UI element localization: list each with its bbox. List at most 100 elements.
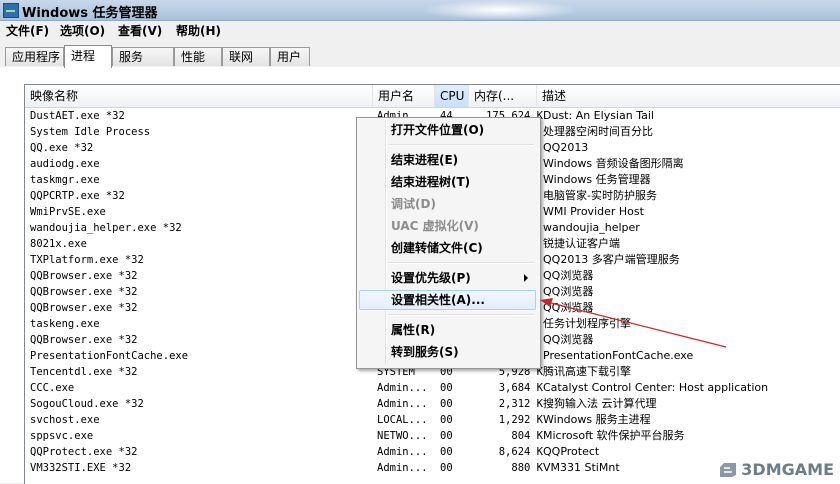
menu-help[interactable]: 帮助(H): [176, 22, 221, 39]
menu-item-go-to-service[interactable]: 转到服务(S): [359, 342, 536, 362]
process-user: Admin...: [377, 462, 428, 474]
process-user: Admin...: [377, 398, 428, 410]
process-memory: 880 K: [511, 462, 543, 474]
menu-item-create-dump-file[interactable]: 创建转储文件(C): [359, 238, 536, 258]
process-description: QQ浏览器: [543, 301, 594, 314]
title-bar[interactable]: Windows 任务管理器: [0, 0, 840, 21]
process-name: QQProtect.exe *32: [30, 446, 138, 458]
col-user-name[interactable]: 用户名: [373, 85, 435, 107]
process-memory: 8,624 K: [498, 446, 543, 458]
column-header: 映像名称 用户名 CPU 内存(... 描述: [25, 85, 840, 108]
tab-users[interactable]: 用户: [270, 47, 310, 66]
table-row[interactable]: svchost.exe LOCAL... 00 1,292 K Windows 服务主进…: [25, 412, 840, 428]
process-description: PresentationFontCache.exe: [543, 349, 694, 362]
process-name: TXPlatform.exe *32: [30, 254, 144, 266]
process-name: DustAET.exe *32: [30, 110, 125, 122]
process-description: 任务计划程序引擎: [543, 317, 631, 330]
process-name: Tencentdl.exe *32: [30, 366, 138, 378]
process-name: System Idle Process: [30, 126, 151, 138]
process-cpu: 00: [440, 430, 453, 442]
menu-item-set-priority-label: 设置优先级(P): [391, 271, 471, 285]
menu-item-set-priority[interactable]: 设置优先级(P): [359, 268, 536, 288]
tab-services[interactable]: 服务: [112, 47, 174, 66]
process-name: wandoujia_helper.exe *32: [30, 222, 182, 234]
menu-item-properties[interactable]: 属性(R): [359, 320, 536, 340]
col-description[interactable]: 描述: [537, 85, 840, 107]
process-name: svchost.exe: [30, 414, 100, 426]
process-description: QQ浏览器: [543, 333, 594, 346]
col-cpu[interactable]: CPU: [435, 85, 469, 107]
process-name: sppsvc.exe: [30, 430, 94, 442]
process-description: 腾讯高速下载引擎: [543, 365, 631, 378]
window-title: Windows 任务管理器: [22, 6, 158, 21]
watermark-logo-icon: [720, 462, 737, 477]
process-description: Windows 音频设备图形隔离: [543, 157, 684, 170]
process-description: 电脑管家-实时防护服务: [543, 189, 657, 202]
menu-item-open-file-location[interactable]: 打开文件位置(O): [359, 120, 536, 140]
process-description: 锐捷认证客户端: [543, 237, 620, 250]
col-image-name[interactable]: 映像名称: [25, 85, 373, 107]
menu-bar: 文件(F) 选项(O) 查看(V) 帮助(H): [0, 21, 840, 39]
process-description: WMI Provider Host: [543, 205, 644, 218]
menu-separator: [389, 314, 534, 316]
process-description: Windows 任务管理器: [543, 173, 651, 186]
process-cpu: 00: [440, 398, 453, 410]
process-name: audiodg.exe: [30, 158, 100, 170]
watermark: 3DMGAME: [718, 460, 834, 479]
menu-item-debug: 调试(D): [391, 197, 436, 211]
tab-strip: 应用程序 进程 服务 性能 联网 用户: [0, 45, 840, 68]
process-user: Admin...: [377, 446, 428, 458]
menu-item-uac-virtualization: UAC 虚拟化(V): [391, 219, 479, 233]
process-name: SogouCloud.exe *32: [30, 398, 144, 410]
process-description: wandoujia_helper: [543, 221, 640, 234]
process-memory: 804 K: [511, 430, 543, 442]
process-description: QQ浏览器: [543, 285, 594, 298]
process-description: Windows 服务主进程: [543, 413, 651, 426]
tab-processes[interactable]: 进程: [64, 45, 112, 68]
process-name: PresentationFontCache.exe: [30, 350, 189, 362]
context-menu: 打开文件位置(O) 结束进程(E) 结束进程树(T) 调试(D) UAC 虚拟化…: [356, 117, 541, 369]
table-row[interactable]: SogouCloud.exe *32 Admin... 00 2,312 K 搜狗输入法…: [25, 396, 840, 412]
process-name: QQBrowser.exe *32: [30, 334, 138, 346]
process-name: WmiPrvSE.exe: [30, 206, 106, 218]
tab-performance[interactable]: 性能: [174, 47, 222, 66]
table-row[interactable]: QQProtect.exe *32 Admin... 00 8,624 K QQProt…: [25, 444, 840, 460]
process-name: taskeng.exe: [30, 318, 100, 330]
tab-applications[interactable]: 应用程序: [5, 47, 64, 66]
tab-networking[interactable]: 联网: [222, 47, 270, 66]
menu-item-set-affinity[interactable]: 设置相关性(A)...: [359, 290, 536, 310]
process-description: QQ2013: [543, 141, 589, 154]
menu-item-end-process-tree[interactable]: 结束进程树(T): [359, 172, 536, 192]
process-description: Catalyst Control Center: Host applicatio…: [543, 381, 769, 394]
menu-separator: [389, 262, 534, 264]
process-name: QQ.exe *32: [30, 142, 94, 154]
process-user: Admin...: [377, 382, 428, 394]
process-description: QQ浏览器: [543, 269, 594, 282]
process-cpu: 00: [440, 446, 453, 458]
menu-item-end-process[interactable]: 结束进程(E): [359, 150, 536, 170]
process-cpu: 00: [440, 462, 453, 474]
process-name: QQBrowser.exe *32: [30, 270, 138, 282]
process-description: Microsoft 软件保护平台服务: [543, 429, 685, 442]
menu-options[interactable]: 选项(O): [60, 22, 105, 39]
process-description: QQProtect: [543, 445, 600, 458]
title-glow: [420, 0, 580, 20]
task-manager-icon: [3, 3, 19, 18]
table-row[interactable]: CCC.exe Admin... 00 3,684 K Catalyst Control…: [25, 380, 840, 396]
process-name: QQPCRTP.exe *32: [30, 190, 125, 202]
process-user: LOCAL...: [377, 414, 428, 426]
process-cpu: 00: [440, 414, 453, 426]
menu-file[interactable]: 文件(F): [6, 22, 49, 39]
process-description: QQ2013 多客户端管理服务: [543, 253, 680, 266]
table-row[interactable]: sppsvc.exe NETWO... 00 804 K Microsoft 软件保护平…: [25, 428, 840, 444]
process-name: CCC.exe: [30, 382, 75, 394]
process-memory: 3,684 K: [498, 382, 543, 394]
process-name: QQBrowser.exe *32: [30, 302, 138, 314]
process-name: taskmgr.exe: [30, 174, 100, 186]
submenu-arrow-icon: [524, 274, 528, 282]
process-memory: 1,292 K: [498, 414, 543, 426]
process-name: QQBrowser.exe *32: [30, 286, 138, 298]
col-memory[interactable]: 内存(...: [469, 85, 537, 107]
menu-separator: [389, 144, 534, 146]
menu-view[interactable]: 查看(V): [118, 22, 162, 39]
